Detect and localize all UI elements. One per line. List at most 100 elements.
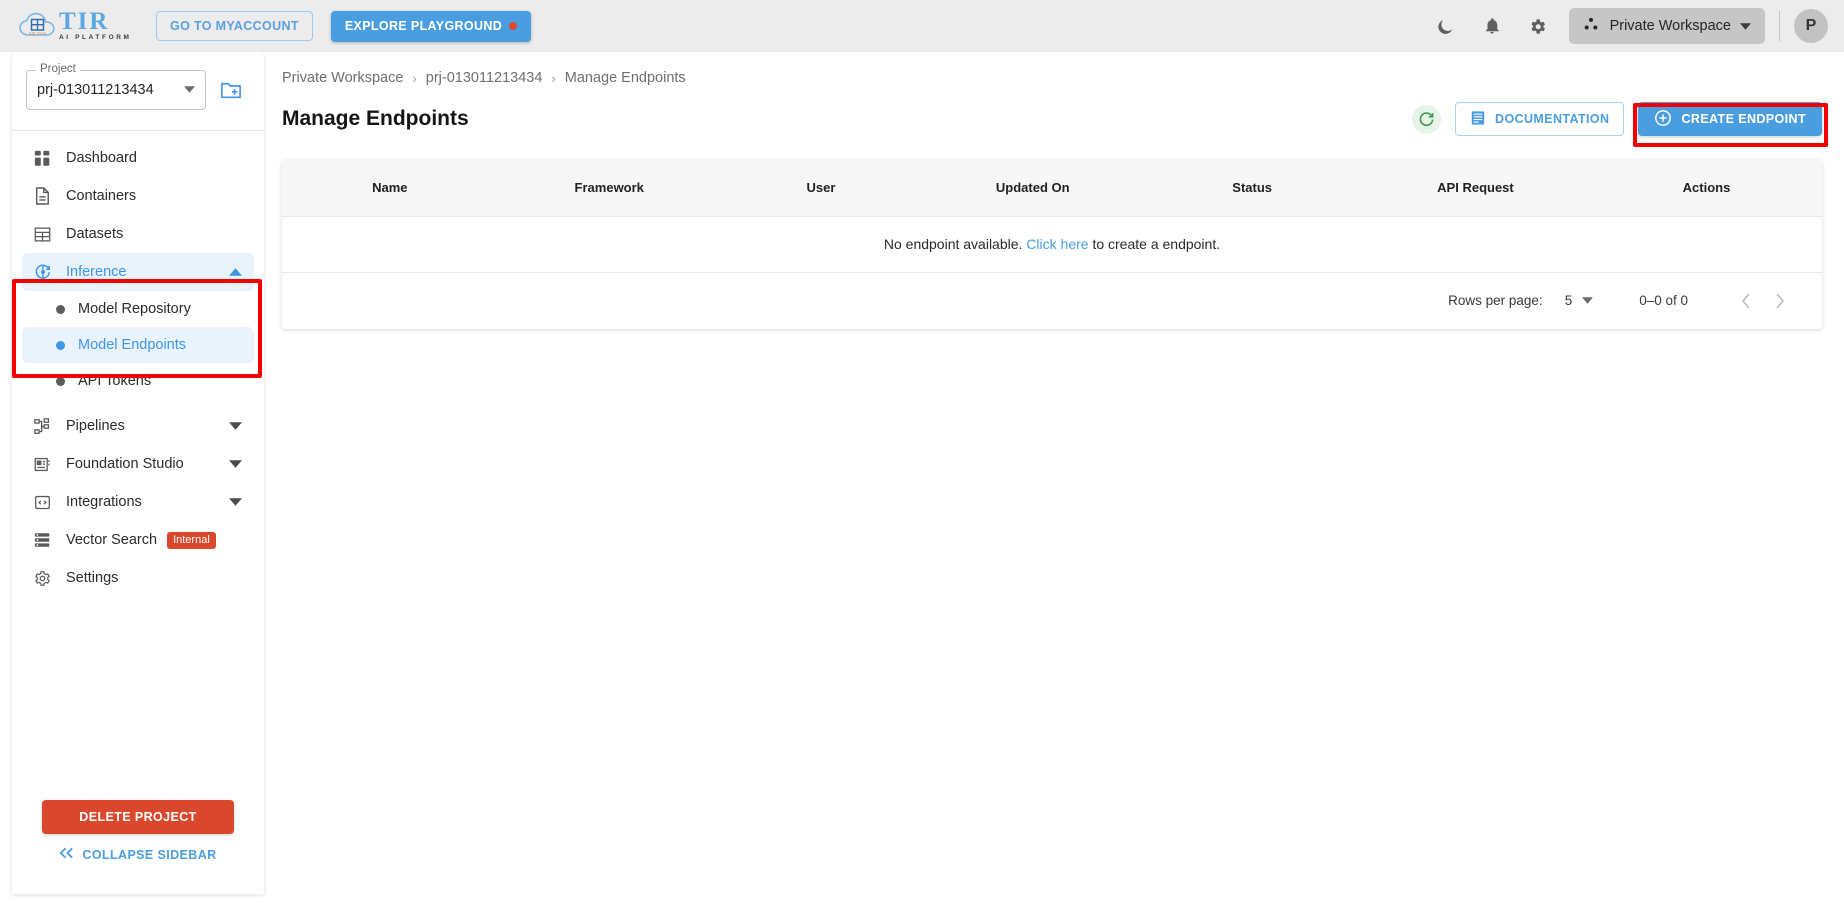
pipelines-icon	[34, 417, 60, 435]
sidebar-item-datasets[interactable]: Datasets	[22, 215, 254, 253]
gear-icon[interactable]	[1521, 9, 1555, 43]
table-header-row: Name Framework User Updated On Status AP…	[282, 160, 1822, 216]
top-app-bar: E2E Cloud TIR AI PLATFORM GO TO MYACCOUN…	[0, 0, 1844, 52]
sidebar-item-foundation-studio[interactable]: Foundation Studio	[22, 445, 254, 483]
explore-playground-button[interactable]: EXPLORE PLAYGROUND	[330, 10, 532, 42]
topbar-right-group: Private Workspace P	[1423, 8, 1844, 44]
create-endpoint-button[interactable]: CREATE ENDPOINT	[1638, 102, 1822, 136]
go-to-myaccount-button[interactable]: GO TO MYACCOUNT	[156, 11, 313, 41]
column-header-name: Name	[372, 180, 408, 196]
avatar[interactable]: P	[1794, 9, 1828, 43]
table-head: Name Framework User Updated On Status AP…	[282, 160, 1822, 216]
project-selector-row: Project prj-013011213434	[12, 52, 264, 110]
breadcrumb-separator-icon: ›	[551, 70, 556, 86]
delete-project-button[interactable]: DELETE PROJECT	[42, 800, 234, 834]
chevron-down-icon	[229, 422, 242, 430]
rows-per-page-select[interactable]: 5	[1565, 293, 1594, 308]
create-endpoint-wrapper: CREATE ENDPOINT	[1638, 102, 1822, 136]
rows-per-page-label: Rows per page:	[1448, 293, 1543, 308]
empty-state-message: No endpoint available. Click here to cre…	[282, 216, 1822, 272]
sidebar-item-label: Datasets	[66, 226, 124, 242]
code-brackets-icon	[34, 494, 60, 511]
workspace-nodes-icon	[1581, 14, 1601, 38]
sidebar-item-model-repository[interactable]: Model Repository	[22, 291, 254, 327]
click-here-link[interactable]: Click here	[1026, 236, 1088, 252]
project-value: prj-013011213434	[37, 82, 154, 98]
sidebar-item-pipelines[interactable]: Pipelines	[22, 407, 254, 445]
sidebar-item-label: Pipelines	[66, 418, 125, 434]
create-endpoint-label: CREATE ENDPOINT	[1681, 112, 1806, 126]
sidebar-item-label: Inference	[66, 264, 127, 280]
cloud-logo-icon: E2E Cloud	[18, 9, 58, 43]
page-header-row: Manage Endpoints DOCUMENTATION CREATE EN…	[264, 86, 1844, 136]
new-folder-icon[interactable]	[220, 80, 242, 100]
chevron-right-icon[interactable]	[1766, 287, 1794, 315]
sidebar-item-label: Settings	[66, 570, 119, 586]
chevron-down-icon	[1582, 296, 1594, 306]
list-rows-icon	[34, 532, 60, 548]
chevron-down-icon	[229, 498, 242, 506]
sidebar-subitem-label: Model Endpoints	[78, 337, 187, 353]
collapse-sidebar-label: COLLAPSE SIDEBAR	[82, 847, 217, 862]
main-content: Private Workspace › prj-013011213434 › M…	[264, 52, 1844, 906]
sidebar-subitem-label: API Tokens	[78, 373, 152, 389]
plus-circle-icon	[1654, 109, 1672, 130]
sidebar-item-label: Dashboard	[66, 150, 137, 166]
project-select[interactable]: Project prj-013011213434	[26, 63, 206, 110]
bell-icon[interactable]	[1475, 9, 1509, 43]
logo-subtitle: AI PLATFORM	[59, 33, 132, 41]
column-header-api-request: API Request	[1437, 180, 1514, 196]
chevron-down-icon	[184, 85, 195, 95]
breadcrumb-item-current: Manage Endpoints	[564, 70, 686, 86]
column-header-user: User	[806, 180, 836, 196]
page-title: Manage Endpoints	[282, 107, 469, 130]
toolbar-divider	[1779, 11, 1780, 41]
column-header-status: Status	[1232, 180, 1273, 196]
app-logo[interactable]: E2E Cloud TIR AI PLATFORM	[18, 9, 136, 43]
empty-text-before: No endpoint available.	[883, 236, 1027, 252]
moon-icon[interactable]	[1429, 9, 1463, 43]
breadcrumb-item-project[interactable]: prj-013011213434	[426, 70, 543, 86]
column-header-actions: Actions	[1682, 180, 1731, 196]
bullet-icon	[56, 340, 65, 350]
column-header-framework: Framework	[574, 180, 644, 196]
grid-table-icon	[34, 226, 60, 243]
sidebar-item-vector-search[interactable]: Vector Search Internal	[22, 521, 254, 559]
breadcrumb-item-workspace[interactable]: Private Workspace	[282, 70, 403, 86]
live-dot-icon	[509, 22, 518, 30]
refresh-icon[interactable]	[1412, 104, 1442, 134]
empty-text-after: to create a endpoint.	[1088, 236, 1221, 252]
sidebar-nav: Dashboard Containers Datasets Inference …	[12, 131, 264, 597]
workspace-label: Private Workspace	[1609, 18, 1731, 34]
sidebar-item-label: Containers	[66, 188, 137, 204]
sidebar-item-inference[interactable]: Inference	[22, 253, 254, 291]
svg-text:E2E Cloud: E2E Cloud	[29, 32, 45, 36]
chevron-left-icon[interactable]	[1732, 287, 1760, 315]
book-icon	[1470, 110, 1486, 129]
rows-per-page-value: 5	[1564, 293, 1573, 308]
foundation-studio-icon	[34, 456, 60, 473]
sidebar-item-label: Integrations	[66, 494, 142, 510]
column-header-updated-on: Updated On	[995, 180, 1070, 196]
sidebar-item-label: Foundation Studio	[66, 456, 184, 472]
sidebar-item-api-tokens[interactable]: API Tokens	[22, 363, 254, 399]
sidebar-item-model-endpoints[interactable]: Model Endpoints	[22, 327, 254, 363]
sidebar-item-containers[interactable]: Containers	[22, 177, 254, 215]
chevron-down-icon	[229, 460, 242, 468]
explore-playground-label: EXPLORE PLAYGROUND	[344, 19, 503, 33]
documentation-button[interactable]: DOCUMENTATION	[1455, 102, 1625, 136]
collapse-sidebar-button[interactable]: COLLAPSE SIDEBAR	[12, 847, 264, 862]
breadcrumb: Private Workspace › prj-013011213434 › M…	[264, 52, 1844, 86]
chevron-up-icon	[229, 268, 242, 276]
workspace-selector[interactable]: Private Workspace	[1568, 8, 1765, 44]
sidebar-item-dashboard[interactable]: Dashboard	[22, 139, 254, 177]
document-icon	[34, 187, 60, 205]
sidebar-subitem-label: Model Repository	[78, 301, 191, 317]
sidebar-item-integrations[interactable]: Integrations	[22, 483, 254, 521]
inference-icon	[34, 263, 60, 281]
logo-title: TIR	[59, 7, 110, 35]
page-actions: DOCUMENTATION CREATE ENDPOINT	[1412, 102, 1822, 136]
table-body: No endpoint available. Click here to cre…	[282, 216, 1822, 272]
sidebar-item-settings[interactable]: Settings	[22, 559, 254, 597]
